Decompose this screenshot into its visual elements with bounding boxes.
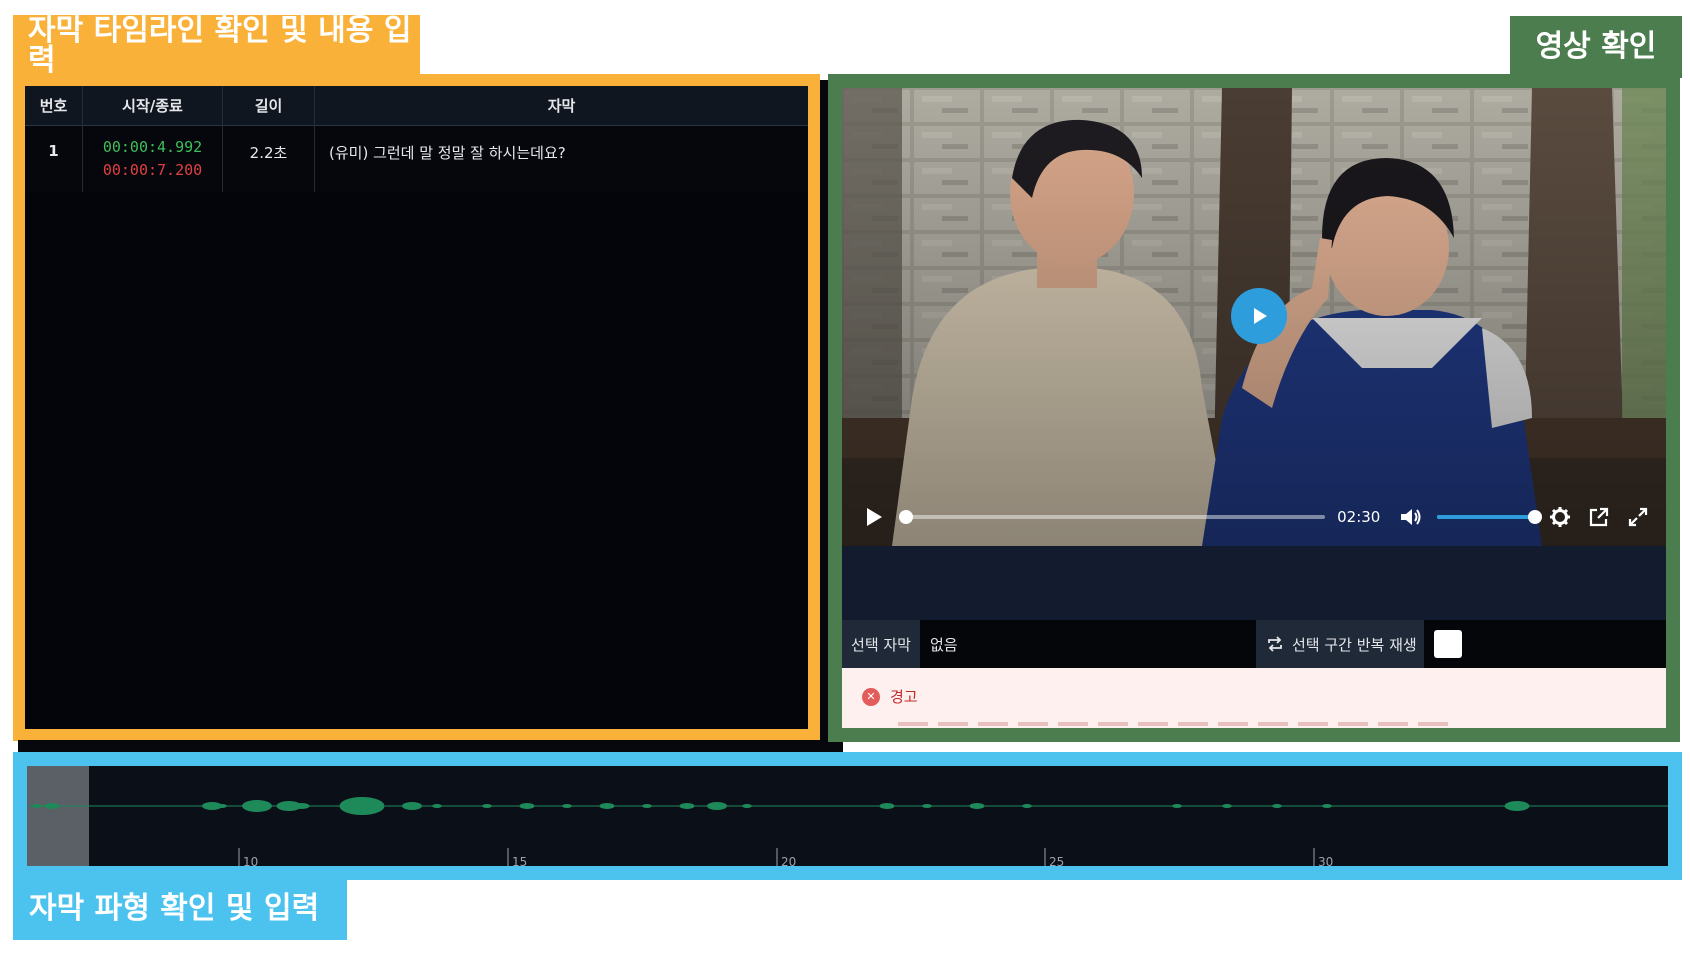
row-end-time[interactable]: 00:00:7.200 xyxy=(103,159,202,182)
current-time: 02:30 xyxy=(1337,508,1381,526)
video-check-label: 영상 확인 xyxy=(1510,16,1682,78)
volume-handle[interactable] xyxy=(1527,510,1542,524)
waveform-label: 자막 파형 확인 및 입력 xyxy=(13,878,347,940)
waveform-peak xyxy=(1222,804,1232,808)
waveform-peak xyxy=(1504,801,1530,811)
play-icon xyxy=(1254,308,1267,324)
popout-button[interactable] xyxy=(1586,503,1613,531)
video-panel: 02:30 선택 자막 없음 선택 구간 반복 재생 ✕ 경고 xyxy=(828,74,1680,742)
volume-slider[interactable] xyxy=(1436,510,1542,524)
waveform-peak xyxy=(969,803,985,809)
waveform-peak xyxy=(339,797,385,815)
selected-subtitle-bar: 선택 자막 없음 선택 구간 반복 재생 xyxy=(842,620,1666,668)
ruler-tick-label: 10 xyxy=(243,855,258,866)
waveform-selection[interactable] xyxy=(27,766,89,866)
fullscreen-icon xyxy=(1629,507,1648,527)
waveform-peak xyxy=(482,804,492,808)
waveform-peak xyxy=(707,802,727,810)
error-icon: ✕ xyxy=(862,687,880,706)
waveform-peak xyxy=(1272,804,1282,808)
play-button[interactable] xyxy=(860,503,887,531)
external-link-icon xyxy=(1590,507,1609,527)
ruler-tick-label: 25 xyxy=(1049,855,1064,866)
waveform-peak xyxy=(519,803,535,809)
header-start-end[interactable]: 시작/종료 xyxy=(83,86,223,125)
waveform-peak xyxy=(32,804,42,808)
subtitle-table-header: 번호 시작/종료 길이 자막 xyxy=(25,86,808,126)
waveform-peak xyxy=(879,803,895,809)
table-row[interactable]: 1 00:00:4.992 00:00:7.200 2.2초 (유미) 그런데 … xyxy=(25,126,808,192)
volume-level xyxy=(1436,515,1535,519)
waveform-panel[interactable]: 10 15 20 25 30 xyxy=(13,752,1682,880)
play-icon xyxy=(866,508,882,526)
subtitle-timeline-panel: 번호 시작/종료 길이 자막 1 00:00:4.992 00:00:7.200… xyxy=(13,74,820,741)
waveform-peak xyxy=(242,800,272,812)
waveform-peak xyxy=(562,804,572,808)
speaker-icon xyxy=(1401,509,1421,525)
warning-title: 경고 xyxy=(890,688,918,706)
row-length: 2.2초 xyxy=(223,126,315,192)
waveform-peak xyxy=(1022,804,1032,808)
timeline-ruler: 10 15 20 25 30 xyxy=(238,848,1333,866)
repeat-section-label: 선택 구간 반복 재생 xyxy=(1292,635,1417,654)
waveform-peak xyxy=(402,802,422,810)
video-player[interactable]: 02:30 xyxy=(842,88,1666,546)
video-controls: 02:30 xyxy=(842,488,1666,546)
row-start-time[interactable]: 00:00:4.992 xyxy=(103,136,202,159)
waveform-peak xyxy=(217,804,227,808)
waveform-peak xyxy=(599,803,615,809)
big-play-button[interactable] xyxy=(1231,288,1287,344)
volume-button[interactable] xyxy=(1398,503,1425,531)
page-root: 자막 타임라인 확인 및 내용 입력 영상 확인 번호 시작/종료 길이 자막 … xyxy=(0,0,1690,969)
ruler-tick-label: 30 xyxy=(1318,855,1333,866)
row-number: 1 xyxy=(25,126,83,192)
seek-bar[interactable] xyxy=(899,510,1326,524)
waveform-peak xyxy=(432,804,442,808)
warning-header: ✕ 경고 xyxy=(862,686,918,707)
repeat-section-button[interactable]: 선택 구간 반복 재생 xyxy=(1256,620,1424,668)
waveform-peak xyxy=(44,803,60,809)
subtitle-timeline-label: 자막 타임라인 확인 및 내용 입력 xyxy=(13,15,420,76)
header-number[interactable]: 번호 xyxy=(25,86,83,125)
waveform-peak xyxy=(642,804,652,808)
panel-divider-bottom xyxy=(18,740,843,752)
waveform-peak xyxy=(294,803,310,809)
waveform-peak xyxy=(922,804,932,808)
repeat-checkbox[interactable] xyxy=(1434,630,1462,658)
ruler-tick-label: 20 xyxy=(781,855,796,866)
video-subtitle-area xyxy=(842,546,1666,620)
row-times[interactable]: 00:00:4.992 00:00:7.200 xyxy=(83,126,223,192)
fullscreen-button[interactable] xyxy=(1625,503,1652,531)
warning-alert: ✕ 경고 xyxy=(842,668,1666,728)
waveform-peak xyxy=(1322,804,1332,808)
waveform-canvas[interactable]: 10 15 20 25 30 xyxy=(27,766,1668,866)
gear-icon xyxy=(1550,507,1571,527)
settings-button[interactable] xyxy=(1547,503,1574,531)
seek-handle[interactable] xyxy=(899,510,914,524)
row-subtitle-text[interactable]: (유미) 그런데 말 정말 잘 하시는데요? xyxy=(315,126,808,192)
waveform-peak xyxy=(1172,804,1182,808)
waveform-peak xyxy=(679,803,695,809)
ruler-tick-label: 15 xyxy=(512,855,527,866)
repeat-icon xyxy=(1268,636,1282,652)
header-subtitle[interactable]: 자막 xyxy=(315,86,808,125)
subtitle-list-empty-area xyxy=(25,193,808,729)
selected-subtitle-label: 선택 자막 xyxy=(842,620,920,668)
header-length[interactable]: 길이 xyxy=(223,86,315,125)
selected-subtitle-value: 없음 xyxy=(930,635,958,654)
warning-message-cutoff xyxy=(898,722,1458,726)
waveform-peak xyxy=(742,804,752,808)
